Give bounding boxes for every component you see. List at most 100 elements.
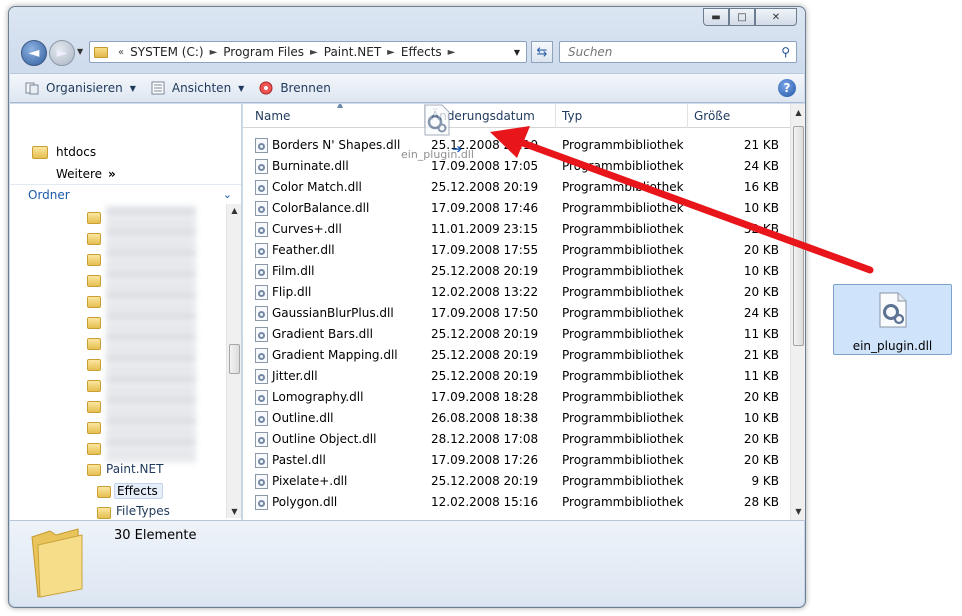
column-name[interactable]: Name — [249, 104, 425, 128]
file-row[interactable]: Pixelate+.dll 25.12.2008 20:19 Programmbib… — [243, 471, 790, 492]
folders-label: Ordner — [28, 187, 70, 202]
more-links[interactable]: Weitere » — [56, 167, 116, 181]
file-name-cell: Pixelate+.dll — [255, 471, 347, 492]
burn-button[interactable]: Brennen — [258, 80, 331, 96]
navigation-pane: htdocs Weitere » Ordner ⌄ Paint.NET Effe… — [10, 104, 242, 520]
minimize-button[interactable]: ▬ — [703, 8, 729, 26]
folder-icon[interactable] — [87, 233, 101, 245]
scroll-down-icon[interactable]: ▼ — [791, 507, 805, 516]
file-size: 20 KB — [743, 243, 779, 257]
scroll-up-icon[interactable]: ▲ — [791, 108, 805, 117]
folders-header[interactable]: Ordner ⌄ — [10, 184, 241, 204]
file-row[interactable]: Film.dll 25.12.2008 20:19 Programmbiblioth… — [243, 261, 790, 282]
file-row[interactable]: Polygon.dll 12.02.2008 15:16 Programmbibli… — [243, 492, 790, 513]
folder-icon[interactable] — [87, 317, 101, 329]
folder-icon[interactable] — [87, 359, 101, 371]
column-type[interactable]: Typ — [556, 104, 688, 128]
dll-file-icon — [255, 243, 268, 258]
close-button[interactable]: ✕ — [755, 8, 797, 26]
forward-button[interactable]: ► — [49, 40, 75, 66]
file-row[interactable]: Pastel.dll 17.09.2008 17:26 Programmbiblio… — [243, 450, 790, 471]
dll-file-icon — [879, 292, 907, 328]
file-date: 17.09.2008 17:26 — [431, 453, 539, 467]
item-count: 30 Elemente — [114, 528, 197, 543]
file-type: Programmbibliothek — [562, 180, 684, 194]
file-row[interactable]: GaussianBlurPlus.dll 17.09.2008 17:50 Prog… — [243, 303, 790, 324]
breadcrumb-separator[interactable]: ► — [310, 47, 318, 58]
folder-icon[interactable] — [87, 212, 101, 224]
file-row[interactable]: Jitter.dll 25.12.2008 20:19 Programmbiblio… — [243, 366, 790, 387]
file-row[interactable]: ColorBalance.dll 17.09.2008 17:46 Programm… — [243, 198, 790, 219]
tree-item-effects[interactable]: Effects — [114, 483, 163, 499]
file-row[interactable]: Flip.dll 12.02.2008 13:22 Programmbiblioth… — [243, 282, 790, 303]
tree-item-paint-net[interactable]: Paint.NET — [106, 462, 163, 476]
dll-file-icon — [255, 264, 268, 279]
file-size: 11 KB — [743, 369, 779, 383]
scroll-down-icon[interactable]: ▼ — [227, 507, 241, 516]
file-row[interactable]: Gradient Bars.dll 25.12.2008 20:19 Program… — [243, 324, 790, 345]
file-name-cell: Jitter.dll — [255, 366, 318, 387]
search-icon[interactable]: ⚲ — [781, 45, 790, 59]
breadcrumb-separator[interactable]: ► — [210, 47, 218, 58]
file-row[interactable]: Burninate.dll 17.09.2008 17:05 Programmbib… — [243, 156, 790, 177]
refresh-button[interactable]: ⇆ — [531, 41, 553, 63]
file-size: 28 KB — [743, 495, 779, 509]
nav-scroll-thumb[interactable] — [229, 344, 240, 374]
file-name: Color Match.dll — [272, 180, 362, 194]
file-type: Programmbibliothek — [562, 453, 684, 467]
file-name-cell: Borders N' Shapes.dll — [255, 135, 400, 156]
breadcrumb-system-c[interactable]: SYSTEM (C:) — [130, 45, 203, 59]
folder-icon[interactable] — [87, 401, 101, 413]
list-scrollbar[interactable]: ▲ ▼ — [790, 104, 805, 520]
folder-icon[interactable] — [87, 254, 101, 266]
address-dropdown-icon[interactable]: ▼ — [514, 48, 520, 57]
nav-scrollbar[interactable]: ▲ ▼ — [226, 204, 241, 518]
file-row[interactable]: Borders N' Shapes.dll 25.12.2008 20:19 Pro… — [243, 135, 790, 156]
breadcrumb-overflow[interactable]: « — [118, 47, 124, 58]
file-row[interactable]: Gradient Mapping.dll 25.12.2008 20:19 Prog… — [243, 345, 790, 366]
folder-icon[interactable] — [87, 338, 101, 350]
list-scroll-thumb[interactable] — [793, 126, 804, 346]
search-box[interactable]: ⚲ — [559, 41, 797, 63]
help-icon: ? — [783, 81, 791, 95]
file-type: Programmbibliothek — [562, 201, 684, 215]
fav-item-label: htdocs — [56, 145, 97, 159]
folder-icon[interactable] — [87, 422, 101, 434]
file-row[interactable]: Outline.dll 26.08.2008 18:38 Programmbibli… — [243, 408, 790, 429]
file-name-cell: Burninate.dll — [255, 156, 349, 177]
back-button[interactable]: ◄ — [21, 40, 47, 66]
help-button[interactable]: ? — [778, 79, 796, 97]
file-date: 25.12.2008 20:19 — [431, 180, 539, 194]
column-size[interactable]: Größe — [688, 104, 788, 128]
folder-icon[interactable] — [87, 443, 101, 455]
fav-item-htdocs[interactable]: htdocs — [32, 145, 96, 159]
file-row[interactable]: Feather.dll 17.09.2008 17:55 Programmbibli… — [243, 240, 790, 261]
file-name: Gradient Bars.dll — [272, 327, 373, 341]
recent-pages-dropdown[interactable]: ▼ — [77, 47, 83, 56]
scroll-up-icon[interactable]: ▲ — [227, 206, 241, 215]
file-name-cell: Feather.dll — [255, 240, 335, 261]
maximize-button[interactable]: □ — [729, 8, 755, 26]
file-name: Polygon.dll — [272, 495, 338, 509]
organize-button[interactable]: Organisieren ▼ — [24, 80, 136, 96]
breadcrumb-separator[interactable]: ► — [448, 47, 456, 58]
file-row[interactable]: Curves+.dll 11.01.2009 23:15 Programmbibli… — [243, 219, 790, 240]
file-row[interactable]: Lomography.dll 17.09.2008 18:28 Programmbi… — [243, 387, 790, 408]
desktop-file-ein-plugin[interactable]: ein_plugin.dll — [833, 284, 952, 355]
file-row[interactable]: Color Match.dll 25.12.2008 20:19 Programmb… — [243, 177, 790, 198]
breadcrumb-effects[interactable]: Effects — [401, 45, 442, 59]
tree-item-filetypes[interactable]: FileTypes — [116, 504, 170, 518]
breadcrumb-program-files[interactable]: Program Files — [223, 45, 304, 59]
address-bar[interactable]: « SYSTEM (C:) ► Program Files ► Paint.NE… — [89, 41, 527, 63]
breadcrumb-paint-net[interactable]: Paint.NET — [324, 45, 381, 59]
file-row[interactable]: Outline Object.dll 28.12.2008 17:08 Progra… — [243, 429, 790, 450]
dll-file-icon — [255, 201, 268, 216]
folder-icon[interactable] — [87, 275, 101, 287]
folder-icon[interactable] — [87, 380, 101, 392]
folder-icon[interactable] — [87, 296, 101, 308]
views-button[interactable]: Ansichten ▼ — [150, 80, 244, 96]
file-type: Programmbibliothek — [562, 369, 684, 383]
breadcrumb-separator[interactable]: ► — [387, 47, 395, 58]
search-input[interactable] — [566, 44, 766, 60]
dll-file-icon — [255, 306, 268, 321]
